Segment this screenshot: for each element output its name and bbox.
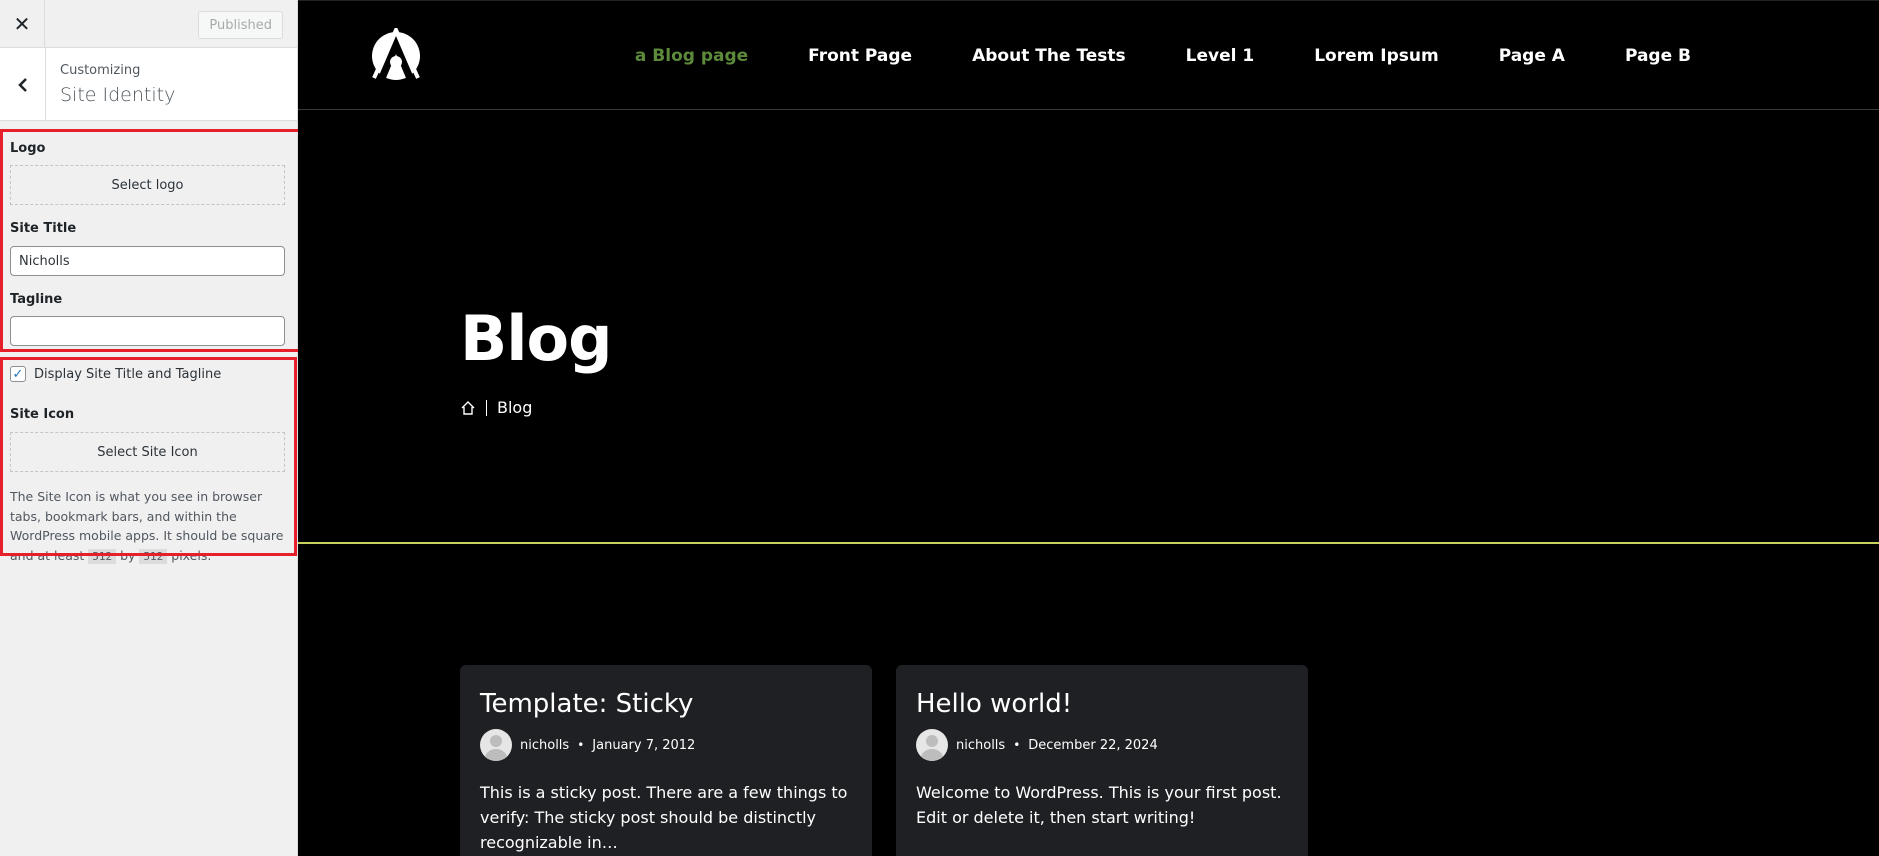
back-button[interactable] [0, 48, 46, 121]
nav-item-page-a[interactable]: Page A [1499, 46, 1565, 66]
hero-title: Blog [460, 302, 612, 375]
nav-item-a-blog-page[interactable]: a Blog page [635, 46, 748, 66]
logo-label: Logo [10, 141, 46, 156]
desc-by: by [116, 547, 140, 563]
customizer-panel: ✕ Published Customizing Site Identity Lo… [0, 0, 310, 856]
post-author[interactable]: nicholls [956, 738, 1005, 753]
site-logo-icon[interactable] [368, 28, 424, 84]
customizing-crumb: Customizing [60, 63, 141, 78]
select-site-icon-button[interactable]: Select Site Icon [10, 432, 285, 472]
display-title-label: Display Site Title and Tagline [34, 366, 222, 382]
nav-item-lorem-ipsum[interactable]: Lorem Ipsum [1314, 46, 1439, 66]
post-date: December 22, 2024 [1028, 737, 1158, 753]
post-meta: nicholls • December 22, 2024 [916, 729, 1158, 761]
site-icon-description: The Site Icon is what you see in browser… [10, 487, 288, 566]
main-nav: a Blog page Front Page About The Tests Leve… [635, 1, 1879, 111]
post-author[interactable]: nicholls [520, 738, 569, 753]
post-meta: nicholls • January 7, 2012 [480, 729, 695, 761]
avatar [916, 729, 948, 761]
post-title[interactable]: Hello world! [916, 689, 1072, 719]
meta-separator: • [577, 738, 585, 752]
nav-item-page-b[interactable]: Page B [1625, 46, 1691, 66]
nav-item-level-1[interactable]: Level 1 [1186, 46, 1255, 66]
site-title-label: Site Title [10, 221, 77, 236]
post-date: January 7, 2012 [592, 737, 696, 753]
site-title-input[interactable]: Nicholls [10, 246, 285, 276]
display-title-tagline-row[interactable]: ✓ Display Site Title and Tagline [10, 366, 221, 382]
customizer-header: ✕ Published [0, 0, 297, 48]
publish-button[interactable]: Published [198, 11, 283, 39]
hero-divider [298, 542, 1879, 544]
select-logo-button[interactable]: Select logo [10, 165, 285, 205]
site-icon-label: Site Icon [10, 407, 75, 422]
desc-code-height: 512 [139, 548, 168, 564]
avatar [480, 729, 512, 761]
section-header: Customizing Site Identity [0, 48, 297, 121]
site-header: a Blog page Front Page About The Tests Leve… [298, 0, 1879, 110]
tagline-input[interactable] [10, 316, 285, 346]
site-preview: a Blog page Front Page About The Tests Leve… [298, 0, 1879, 856]
meta-separator: • [1013, 738, 1021, 752]
close-icon[interactable]: ✕ [0, 0, 45, 48]
nav-item-about-the-tests[interactable]: About The Tests [972, 46, 1126, 66]
desc-code-width: 512 [88, 548, 117, 564]
post-card[interactable]: Template: Sticky nicholls • January 7, 2… [460, 665, 872, 856]
breadcrumb-separator [486, 399, 487, 416]
post-excerpt: This is a sticky post. There are a few t… [480, 783, 848, 852]
tagline-label: Tagline [10, 292, 63, 307]
breadcrumb-current: Blog [497, 398, 533, 417]
home-icon[interactable] [460, 400, 476, 416]
desc-post: pixels. [167, 547, 212, 563]
post-excerpt: Welcome to WordPress. This is your first… [916, 783, 1282, 827]
post-title[interactable]: Template: Sticky [480, 689, 693, 719]
post-card[interactable]: Hello world! nicholls • December 22, 202… [896, 665, 1308, 856]
section-title: Site Identity [60, 84, 176, 106]
display-title-checkbox[interactable]: ✓ [10, 366, 26, 382]
chevron-left-icon [17, 77, 27, 92]
nav-item-front-page[interactable]: Front Page [808, 46, 912, 66]
breadcrumb: Blog [460, 398, 532, 417]
